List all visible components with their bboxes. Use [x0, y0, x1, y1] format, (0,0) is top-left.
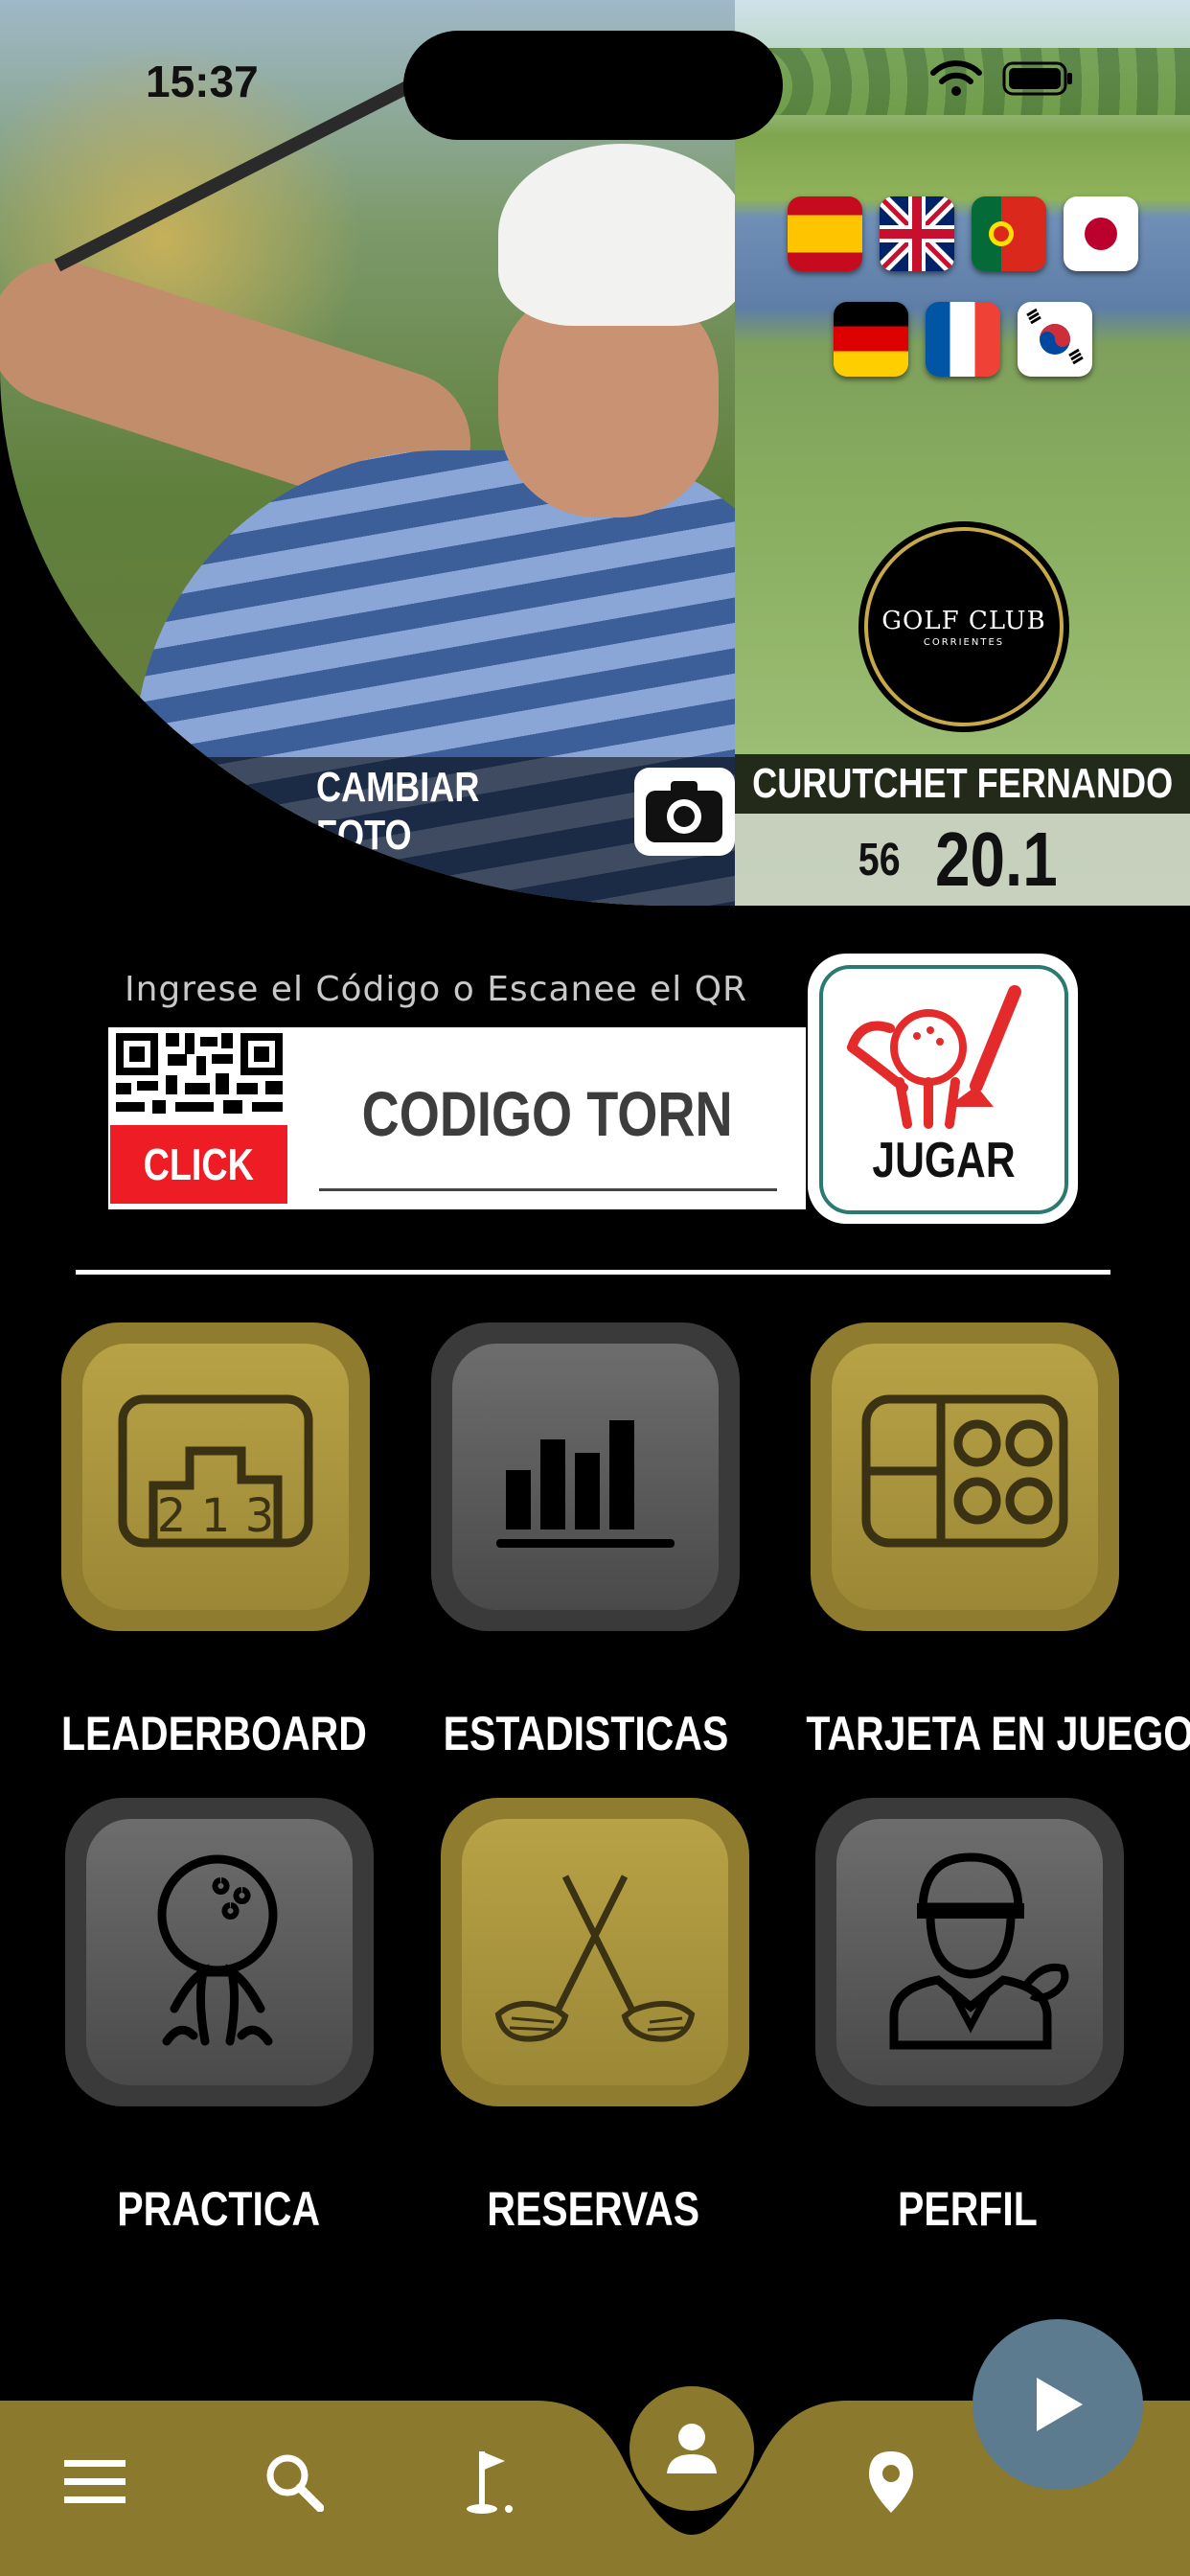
golf-play-icon [847, 985, 1021, 1129]
spain-flag-icon[interactable] [787, 196, 862, 271]
play-button[interactable]: JUGAR [808, 954, 1078, 1224]
leaderboard-label: LEADERBOARD [60, 1707, 367, 1760]
search-icon[interactable] [251, 2439, 337, 2525]
play-label: JUGAR [872, 1133, 1016, 1188]
profile-button[interactable] [815, 1798, 1124, 2106]
menu-icon[interactable] [52, 2439, 138, 2525]
player-number: 56 [858, 834, 901, 886]
statistics-label: ESTADISTICAS [443, 1707, 728, 1760]
podium-icon: 2 1 3 [118, 1394, 313, 1548]
handicap-value: 20.1 [935, 816, 1059, 902]
tournament-code-input[interactable] [360, 1066, 736, 1162]
france-flag-icon[interactable] [925, 302, 1000, 377]
scorecard-label: TARJETA EN JUEGO [806, 1707, 1190, 1760]
crossed-clubs-icon [494, 1874, 696, 2042]
reservations-button[interactable] [441, 1798, 749, 2106]
qr-code-icon [116, 1033, 283, 1114]
club-banner: GOLF CLUB CORRIENTES CURUTCHET FERNANDO … [735, 0, 1190, 906]
play-icon [1037, 2378, 1083, 2431]
change-photo-button[interactable]: CAMBIAR FOTO [287, 764, 735, 859]
practice-label: PRACTICA [117, 2182, 320, 2236]
camera-icon[interactable] [633, 768, 735, 856]
svg-text:2: 2 [157, 1489, 187, 1543]
qr-click-label: CLICK [143, 1139, 255, 1189]
player-name-bar: CURUTCHET FERNANDO [735, 754, 1190, 814]
golf-flag-icon[interactable] [448, 2439, 535, 2525]
player-name: CURUTCHET FERNANDO [752, 760, 1173, 807]
qr-click-button[interactable]: CLICK [110, 1125, 287, 1204]
leaderboard-button[interactable]: 2 1 3 [61, 1322, 370, 1631]
club-logo: GOLF CLUB CORRIENTES [864, 527, 1064, 726]
profile-label: PERFIL [898, 2182, 1038, 2236]
svg-text:1: 1 [201, 1489, 231, 1543]
germany-flag-icon[interactable] [833, 302, 908, 377]
user-icon[interactable] [629, 2386, 754, 2511]
language-selector [735, 196, 1190, 407]
status-time: 15:37 [146, 57, 259, 106]
change-photo-label: CAMBIAR FOTO [316, 764, 480, 859]
practice-button[interactable] [65, 1798, 374, 2106]
wifi-icon [930, 60, 982, 96]
japan-flag-icon[interactable] [1063, 196, 1138, 271]
portugal-flag-icon[interactable] [971, 196, 1046, 271]
handicap-bar: 56 20.1 [735, 814, 1190, 906]
section-divider [76, 1270, 1110, 1275]
uk-flag-icon[interactable] [879, 196, 954, 271]
statistics-button[interactable] [431, 1322, 740, 1631]
svg-text:3: 3 [245, 1489, 275, 1543]
club-logo-subtitle: CORRIENTES [923, 636, 1005, 648]
battery-icon [1002, 61, 1072, 96]
scorecard-button[interactable] [811, 1322, 1119, 1631]
reservations-label: RESERVAS [487, 2182, 699, 2236]
bar-chart-icon [496, 1420, 675, 1548]
play-fab-button[interactable] [973, 2319, 1143, 2490]
location-icon[interactable] [848, 2439, 934, 2525]
golf-ball-tee-icon [157, 1854, 278, 2046]
input-underline [319, 1188, 777, 1191]
tournament-code-field[interactable] [290, 1027, 806, 1209]
status-icons [929, 59, 1075, 98]
korea-flag-icon[interactable] [1017, 302, 1092, 377]
scorecard-icon [861, 1394, 1068, 1548]
dynamic-island [403, 31, 783, 140]
tournament-hint: Ingrese el Código o Escanee el QR [125, 970, 748, 1009]
club-logo-title: GOLF CLUB [881, 606, 1046, 635]
golfer-profile-icon [889, 1852, 1069, 2050]
